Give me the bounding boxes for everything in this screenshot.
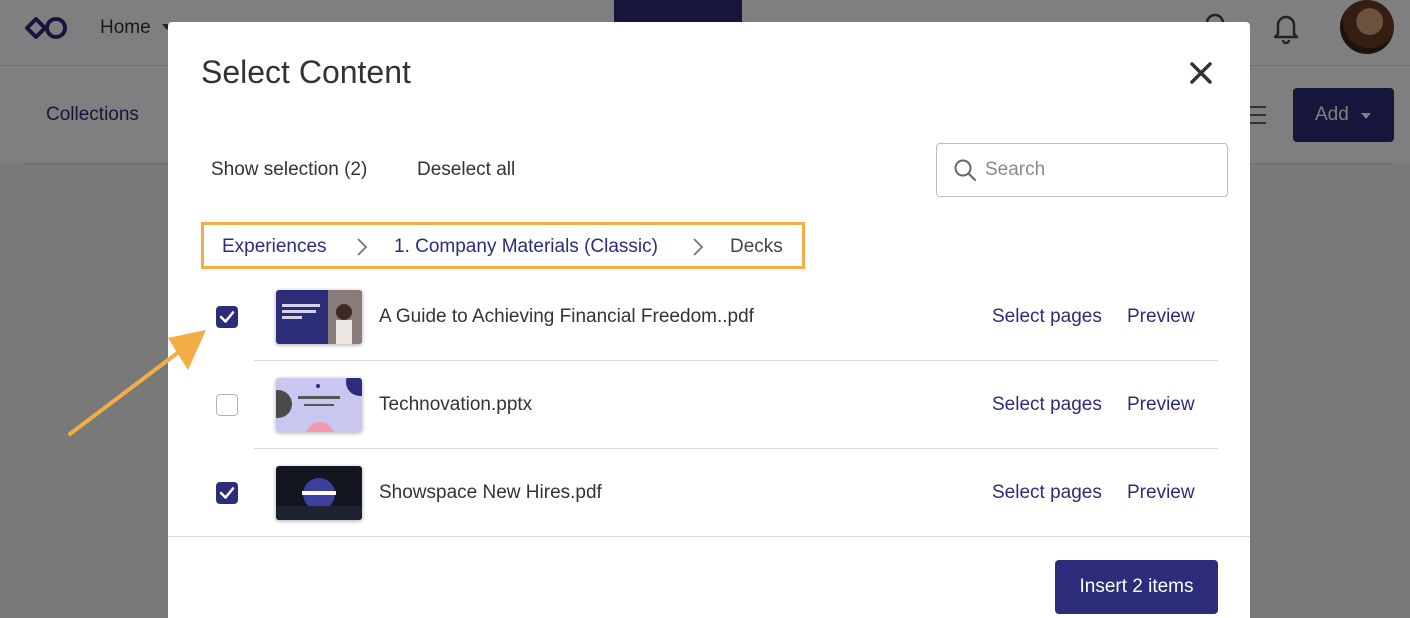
modal-title: Select Content bbox=[201, 54, 411, 90]
select-pages-link[interactable]: Select pages bbox=[992, 482, 1102, 504]
select-pages-link[interactable]: Select pages bbox=[992, 394, 1102, 416]
modal-footer-divider bbox=[168, 536, 1250, 537]
search-field[interactable] bbox=[936, 143, 1228, 197]
file-thumbnail bbox=[276, 466, 362, 520]
insert-items-button[interactable]: Insert 2 items bbox=[1055, 560, 1218, 614]
check-icon bbox=[219, 487, 235, 499]
chevron-right-icon bbox=[357, 238, 368, 256]
list-item: Technovation.pptx Select pages Preview bbox=[168, 360, 1218, 448]
breadcrumb-decks: Decks bbox=[730, 236, 783, 257]
annotation-arrow-icon bbox=[68, 330, 206, 436]
select-pages-link[interactable]: Select pages bbox=[992, 306, 1102, 328]
file-thumbnail bbox=[276, 290, 362, 344]
preview-link[interactable]: Preview bbox=[1127, 306, 1195, 328]
checkbox-unchecked[interactable] bbox=[216, 394, 238, 416]
close-icon[interactable] bbox=[1186, 58, 1216, 88]
file-name[interactable]: A Guide to Achieving Financial Freedom..… bbox=[379, 306, 754, 328]
search-icon bbox=[954, 159, 976, 181]
preview-link[interactable]: Preview bbox=[1127, 394, 1195, 416]
file-name[interactable]: Showspace New Hires.pdf bbox=[379, 482, 602, 504]
breadcrumb: Experiences 1. Company Materials (Classi… bbox=[201, 222, 805, 269]
file-name[interactable]: Technovation.pptx bbox=[379, 394, 532, 416]
list-item: A Guide to Achieving Financial Freedom..… bbox=[168, 272, 1218, 360]
check-icon bbox=[219, 311, 235, 323]
deselect-all-button[interactable]: Deselect all bbox=[417, 159, 515, 181]
checkbox-checked[interactable] bbox=[216, 306, 238, 328]
select-content-modal: Select Content Show selection (2) Desele… bbox=[168, 22, 1250, 618]
breadcrumb-experiences[interactable]: Experiences bbox=[222, 236, 327, 258]
search-input[interactable] bbox=[985, 144, 1215, 196]
file-thumbnail bbox=[276, 378, 362, 432]
chevron-right-icon bbox=[693, 238, 704, 256]
list-item: Showspace New Hires.pdf Select pages Pre… bbox=[168, 448, 1218, 536]
show-selection-button[interactable]: Show selection (2) bbox=[211, 159, 367, 181]
preview-link[interactable]: Preview bbox=[1127, 482, 1195, 504]
checkbox-checked[interactable] bbox=[216, 482, 238, 504]
breadcrumb-company-materials[interactable]: 1. Company Materials (Classic) bbox=[394, 236, 658, 258]
